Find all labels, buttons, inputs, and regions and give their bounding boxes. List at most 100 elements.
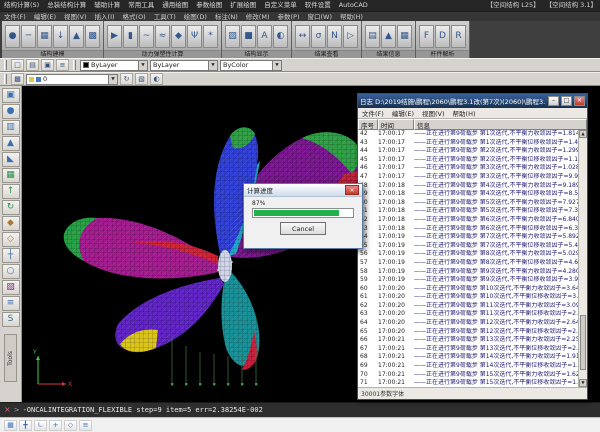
ribbon-button-R-module[interactable]: R — [451, 25, 466, 48]
cylinder-tool-button[interactable]: ▥ — [2, 120, 20, 135]
ribbon-button-grid[interactable]: ▩ — [85, 25, 100, 48]
ribbon-button-stress[interactable]: σ — [311, 25, 326, 48]
color-combo[interactable]: ByLayer ▼ — [80, 60, 148, 71]
subtract-tool-button[interactable]: ◇ — [2, 232, 20, 247]
ribbon-button-animation[interactable]: ▷ — [343, 25, 358, 48]
menu-top-item-8[interactable]: 软件设置 — [301, 0, 335, 11]
ribbon-button-run-analysis[interactable]: ▶ — [107, 25, 122, 48]
menu-classic-item-7[interactable]: 标注(N) — [211, 12, 242, 22]
linetype-combo[interactable]: ByLayer ▼ — [150, 60, 218, 71]
sweep-tool-button[interactable]: S — [2, 312, 20, 327]
log-menu-help[interactable]: 帮助(H) — [449, 108, 480, 118]
cancel-button[interactable]: Cancel — [280, 222, 326, 235]
ribbon-button-load[interactable]: ↓ — [53, 25, 68, 48]
ribbon-button-support[interactable]: ▲ — [69, 25, 84, 48]
menu-classic-item-8[interactable]: 修改(M) — [242, 12, 274, 22]
log-menu-file[interactable]: 文件(F) — [358, 108, 388, 118]
log-menu-view[interactable]: 视图(V) — [418, 108, 449, 118]
menu-top-item-6[interactable]: 扩展绘图 — [226, 0, 260, 11]
ribbon-button-member[interactable]: ─ — [21, 25, 36, 48]
menu-classic-item-5[interactable]: 工具(T) — [150, 12, 180, 22]
ribbon-button-force[interactable]: N — [327, 25, 342, 48]
section-tool-button[interactable]: ▧ — [2, 280, 20, 295]
ribbon-button-mode-shape[interactable]: Ψ — [187, 25, 202, 48]
toolbar-grip[interactable] — [4, 74, 7, 84]
osnap-toggle-button[interactable]: ◇ — [64, 420, 77, 431]
ortho-toggle-button[interactable]: ∟ — [34, 420, 47, 431]
ribbon-button-labels[interactable]: A — [257, 25, 272, 48]
ribbon-button-D-module[interactable]: D — [435, 25, 450, 48]
ribbon-button-mass[interactable]: ◆ — [171, 25, 186, 48]
ribbon-button-extreme-value[interactable]: ▲ — [381, 25, 396, 48]
menu-top-item-9[interactable]: AutoCAD — [335, 0, 372, 11]
menu-top-item-3[interactable]: 常用工具 — [124, 0, 158, 11]
log-menu-edit[interactable]: 编辑(E) — [388, 108, 418, 118]
revolve-tool-button[interactable]: ↻ — [2, 200, 20, 215]
menu-top-item-2[interactable]: 辅助计算 — [90, 0, 124, 11]
new-file-button[interactable]: □ — [11, 59, 24, 71]
close-button[interactable]: × — [574, 96, 585, 106]
command-close-icon[interactable]: × — [4, 406, 11, 414]
plotstyle-combo[interactable]: ByColor ▼ — [220, 60, 282, 71]
progress-dialog-titlebar[interactable]: 计算进度 × — [244, 184, 362, 197]
zoom-extents-button[interactable]: ◐ — [150, 73, 163, 85]
log-column-index[interactable]: 序号 — [358, 119, 378, 130]
maximize-button[interactable]: □ — [561, 96, 572, 106]
menu-classic-item-4[interactable]: 格式(O) — [119, 12, 150, 22]
menu-classic-item-11[interactable]: 帮助(H) — [336, 12, 367, 22]
ribbon-button-displacement[interactable]: ↔ — [295, 25, 310, 48]
snap-toggle-button[interactable]: ╋ — [19, 420, 32, 431]
menu-top-item-7[interactable]: 自定义菜单 — [260, 0, 301, 11]
log-column-message[interactable]: 信息 — [414, 119, 587, 130]
open-file-button[interactable]: ▤ — [26, 59, 39, 71]
minimize-button[interactable]: – — [548, 96, 559, 106]
ribbon-button-solid-view[interactable]: ■ — [241, 25, 256, 48]
command-line[interactable]: × > -ONCALINTEGRATION_FLEXIBLE step=9 it… — [0, 402, 600, 417]
ribbon-button-time-history[interactable]: ~ — [139, 25, 154, 48]
ribbon-button-pause[interactable]: ▮ — [123, 25, 138, 48]
ribbon-button-damping[interactable]: ≈ — [155, 25, 170, 48]
cone-tool-button[interactable]: ▲ — [2, 136, 20, 151]
save-button[interactable]: ▣ — [41, 59, 54, 71]
mesh-tool-button[interactable]: ▦ — [2, 168, 20, 183]
menu-top-item-4[interactable]: 通用绘图 — [158, 0, 192, 11]
menu-top-item-1[interactable]: 总装结构计算 — [43, 0, 90, 11]
rotate3d-tool-button[interactable]: ○ — [2, 264, 20, 279]
ribbon-button-F-module[interactable]: F — [419, 25, 434, 48]
menu-classic-item-0[interactable]: 文件(F) — [0, 12, 30, 22]
layer-previous-button[interactable]: ↻ — [120, 73, 133, 85]
lineweight-toggle-button[interactable]: ≡ — [79, 420, 92, 431]
menu-top-item-5[interactable]: 参数绘图 — [192, 0, 226, 11]
menu-classic-item-9[interactable]: 参数(P) — [273, 12, 303, 22]
tools-palette-tab[interactable]: Tools — [4, 334, 17, 382]
log-column-time[interactable]: 时间 — [378, 119, 414, 130]
toolbar-grip[interactable] — [73, 60, 76, 70]
log-window-titlebar[interactable]: 日志 D:\2019结施\鹏程\2060\鹏程3.1改(第7次)(2060)\鹏… — [358, 94, 587, 108]
scroll-up-icon[interactable]: ▲ — [579, 130, 587, 138]
print-button[interactable]: ≡ — [56, 59, 69, 71]
scrollbar-thumb[interactable] — [580, 315, 586, 370]
scroll-down-icon[interactable]: ▼ — [579, 379, 587, 387]
ribbon-button-settings[interactable]: * — [203, 25, 218, 48]
toolbar-grip[interactable] — [4, 60, 7, 70]
ribbon-button-wireframe[interactable]: ▧ — [225, 25, 240, 48]
move3d-tool-button[interactable]: ┼ — [2, 248, 20, 263]
ribbon-button-result-table[interactable]: ▦ — [397, 25, 412, 48]
ribbon-button-report[interactable]: ▤ — [365, 25, 380, 48]
menu-classic-item-6[interactable]: 绘图(D) — [180, 12, 211, 22]
wedge-tool-button[interactable]: ◣ — [2, 152, 20, 167]
align-tool-button[interactable]: ≡ — [2, 296, 20, 311]
polar-toggle-button[interactable]: + — [49, 420, 62, 431]
close-icon[interactable]: × — [345, 185, 359, 195]
union-tool-button[interactable]: ◆ — [2, 216, 20, 231]
menu-classic-item-10[interactable]: 窗口(W) — [303, 12, 336, 22]
extrude-tool-button[interactable]: ↑ — [2, 184, 20, 199]
grid-toggle-button[interactable]: ▦ — [4, 420, 17, 431]
ribbon-button-node[interactable]: ● — [5, 25, 20, 48]
log-scrollbar[interactable]: ▲ ▼ — [578, 130, 587, 387]
layer-manager-button[interactable]: ▩ — [11, 73, 24, 85]
menu-top-item-0[interactable]: 结构计算(S) — [0, 0, 43, 11]
match-properties-button[interactable]: ▧ — [135, 73, 148, 85]
layer-combo[interactable]: 0 ▼ — [26, 74, 118, 85]
box-tool-button[interactable]: ▣ — [2, 88, 20, 103]
